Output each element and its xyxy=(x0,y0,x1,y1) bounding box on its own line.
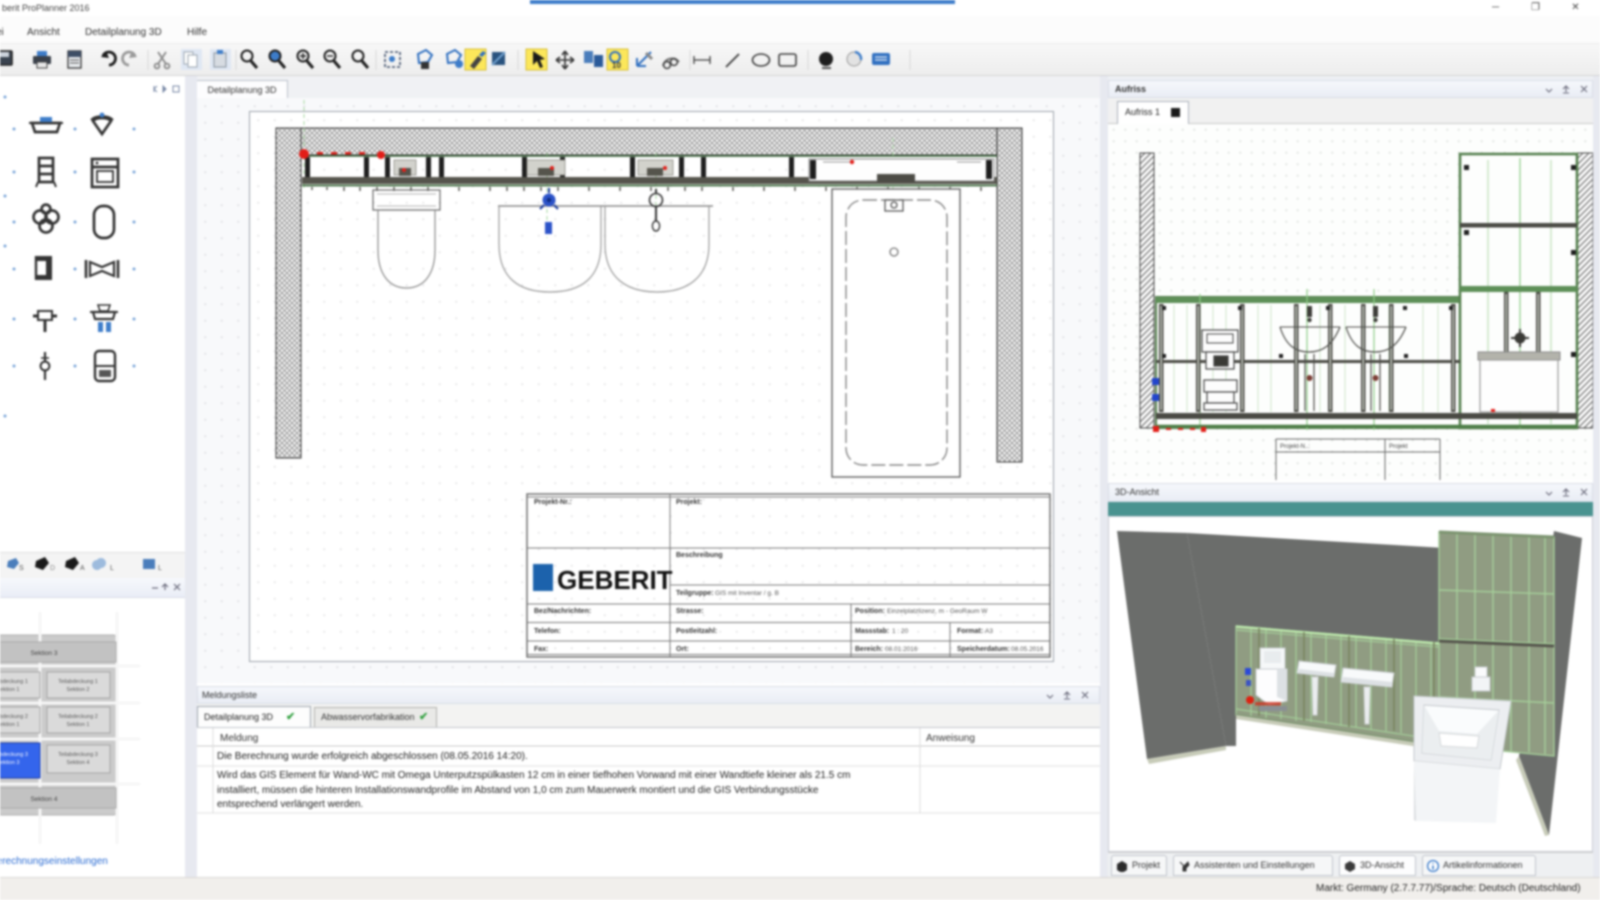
svg-text:Teilabdeckung 1: Teilabdeckung 1 xyxy=(58,679,98,685)
svg-text:Sektion 1: Sektion 1 xyxy=(0,687,19,693)
svg-text:L: L xyxy=(158,565,162,572)
svg-text:L: L xyxy=(110,565,114,572)
svg-text:Sektion 1: Sektion 1 xyxy=(0,722,19,728)
svg-text:GEBERIT: GEBERIT xyxy=(557,565,673,595)
svg-text:Beschreibung: Beschreibung xyxy=(676,552,723,559)
svg-text:Telefon:: Telefon: xyxy=(534,628,561,635)
svg-text:Teilgruppe:: Teilgruppe: xyxy=(676,590,714,597)
svg-text:Strasse:: Strasse: xyxy=(676,608,704,615)
svg-text:Sektion 4: Sektion 4 xyxy=(30,796,57,803)
svg-text:Anweisung: Anweisung xyxy=(926,733,975,744)
svg-text:Teilabdeckung 3: Teilabdeckung 3 xyxy=(58,752,98,758)
svg-text:Die Berechnung wurde erfolgrei: Die Berechnung wurde erfolgreich abgesch… xyxy=(217,751,528,762)
svg-text:Sektion 1: Sektion 1 xyxy=(67,722,90,728)
svg-text:installiert, müssen die hinter: installiert, müssen die hinteren Install… xyxy=(217,785,819,796)
svg-text:Projekt: Projekt xyxy=(1389,444,1408,450)
svg-text:Projekt:: Projekt: xyxy=(676,499,702,506)
svg-text:Massstab:: Massstab: xyxy=(855,628,889,635)
svg-text:Bez/Nachrichten:: Bez/Nachrichten: xyxy=(534,608,591,615)
svg-text:Projekt-N..:: Projekt-N..: xyxy=(1280,444,1310,450)
svg-text:Sektion 4: Sektion 4 xyxy=(67,760,90,766)
svg-text:Teilabdeckung 2: Teilabdeckung 2 xyxy=(0,714,28,720)
svg-text:Postleitzahl:: Postleitzahl: xyxy=(676,628,717,635)
svg-text:08.01.2016: 08.01.2016 xyxy=(885,646,918,653)
svg-text:Fax:: Fax: xyxy=(534,646,548,653)
svg-text:Sektion 3: Sektion 3 xyxy=(0,760,19,766)
svg-text:A: A xyxy=(80,565,85,572)
svg-text:Speicherdatum:: Speicherdatum: xyxy=(957,646,1010,653)
svg-text:Bereich:: Bereich: xyxy=(855,646,883,653)
svg-text:Position:: Position: xyxy=(855,608,885,615)
svg-text:Teilabdeckung 2: Teilabdeckung 2 xyxy=(58,714,98,720)
svg-text:Einzelplatzlizenz, m - GeoRa: Einzelplatzlizenz, m - GeoRaum W xyxy=(887,608,988,615)
svg-text:08.05.2016: 08.05.2016 xyxy=(1011,646,1044,653)
svg-text:Projekt-Nr.:: Projekt-Nr.: xyxy=(534,499,572,506)
svg-text:Ort:: Ort: xyxy=(676,646,689,653)
svg-text:1 : 20: 1 : 20 xyxy=(892,628,909,635)
svg-text:Meldung: Meldung xyxy=(220,733,258,744)
svg-text:Wird das GIS Element für Wand-: Wird das GIS Element für Wand-WC mit Ome… xyxy=(217,770,850,781)
svg-text:10: 10 xyxy=(612,61,621,70)
svg-text:Teilabdeckung 3: Teilabdeckung 3 xyxy=(0,752,28,758)
svg-text:entsprechend verlängert werden: entsprechend verlängert werden. xyxy=(217,799,363,810)
svg-text:GIS mit Inventar / g. B: GIS mit Inventar / g. B xyxy=(715,590,779,597)
svg-text:Teilabdeckung 1: Teilabdeckung 1 xyxy=(0,679,28,685)
svg-text:S: S xyxy=(19,565,24,572)
svg-text:A3: A3 xyxy=(985,628,993,635)
svg-text:Sektion 2: Sektion 2 xyxy=(67,687,90,693)
svg-text:D: D xyxy=(50,565,55,572)
svg-text:Sektion 3: Sektion 3 xyxy=(30,650,57,657)
svg-text:Format:: Format: xyxy=(957,628,983,635)
